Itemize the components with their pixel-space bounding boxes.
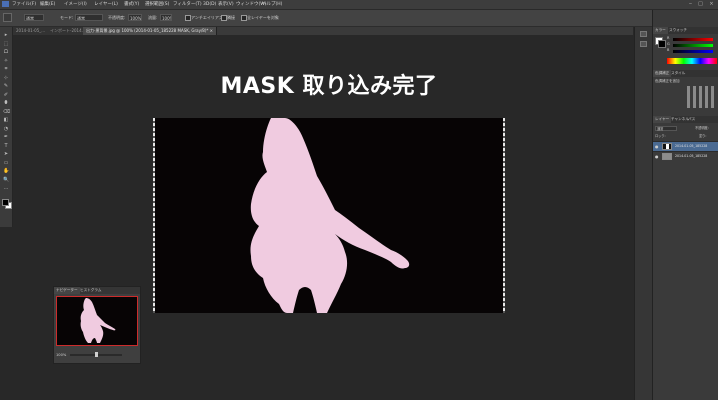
tool-4-icon[interactable]: ⌗ (3, 67, 9, 72)
layer-thumbnail (662, 153, 672, 160)
background-swatch[interactable] (658, 40, 666, 48)
tool-15-icon[interactable]: ▭ (3, 160, 9, 166)
mode-select[interactable]: 通常 (24, 14, 44, 21)
tool-6-icon[interactable]: ✎ (3, 84, 9, 89)
menu-filter[interactable]: フィルター(T) (173, 0, 202, 9)
tab-document-active[interactable]: 出力-黒背景.jpg @ 100% (2014-01-05_185228 MAS… (83, 27, 218, 35)
right-panel-dock: カラー スウォッチ R G B 色調補正 スタイル 色調補正を追加 レイヤー チ… (652, 10, 718, 400)
tool-18-icon[interactable]: … (3, 186, 9, 191)
adjustment-icons-grid[interactable] (687, 86, 717, 108)
layer-name: 2014-01-05_185228 (675, 154, 708, 158)
close-window-button[interactable]: × (708, 1, 715, 7)
history-panel-icon[interactable] (640, 31, 647, 37)
page-title: MASK 取り込み完了 (220, 74, 438, 99)
photoshop-logo-icon (2, 1, 9, 7)
tool-8-icon[interactable]: ⬮ (3, 101, 9, 106)
menu-layer[interactable]: レイヤー(L) (94, 0, 118, 9)
opacity-field[interactable]: 100% (128, 14, 142, 21)
tab-navigator[interactable]: ナビゲーター (54, 287, 80, 294)
tool-1-icon[interactable]: ⬚ (3, 41, 9, 47)
mode-label: モード: (60, 15, 74, 20)
tool-11-icon[interactable]: ◔ (3, 126, 9, 132)
tool-7-icon[interactable]: ✐ (3, 92, 9, 98)
tool-13-icon[interactable]: T (3, 143, 9, 149)
tab-color[interactable]: カラー (653, 27, 668, 34)
adjustments-subtitle: 色調補正を追加 (655, 79, 680, 83)
tool-9-icon[interactable]: ⌫ (3, 109, 10, 115)
silhouette-shape (250, 118, 410, 313)
menu-file[interactable]: ファイル(F) (12, 0, 36, 9)
maximize-button[interactable]: □ (697, 1, 704, 7)
menu-image[interactable]: イメージ(I) (64, 0, 87, 9)
layers-panel-header: レイヤー チャンネル パス (653, 116, 718, 123)
tool-0-icon[interactable]: ▸ (3, 33, 9, 38)
menu-help[interactable]: ヘルプ(H) (262, 0, 282, 9)
menu-3d[interactable]: 3D(D) (203, 0, 216, 9)
navigator-footer: 100% (54, 350, 140, 362)
tool-3-icon[interactable]: ✧ (3, 58, 9, 64)
lock-label: ロック: (655, 134, 666, 138)
properties-panel-icon[interactable] (640, 41, 647, 47)
blend-mode-select[interactable]: 通常 (75, 14, 103, 21)
adjustments-panel-header: 色調補正 スタイル (653, 70, 718, 77)
flow-field[interactable]: 100% (160, 14, 172, 21)
r-label: R (667, 36, 670, 40)
navigator-thumbnail[interactable] (56, 296, 138, 346)
layer-opacity-label: 不透明度: (695, 126, 709, 130)
zoom-slider-handle[interactable] (95, 352, 98, 357)
blue-slider[interactable] (673, 50, 713, 53)
navigator-tabs: ナビゲーター ヒストグラム (54, 287, 140, 294)
menu-view[interactable]: 表示(V) (218, 0, 234, 9)
visibility-eye-icon[interactable]: ● (655, 154, 659, 159)
tool-10-icon[interactable]: ◧ (3, 118, 9, 123)
nav-silhouette-shape (80, 298, 116, 343)
antialias-label: アンチエイリアス (191, 15, 223, 20)
tool-16-icon[interactable]: ✋ (3, 169, 9, 174)
tool-14-icon[interactable]: ➤ (3, 152, 9, 157)
tab-styles[interactable]: スタイル (669, 70, 687, 77)
color-spectrum[interactable] (667, 58, 717, 64)
menu-edit[interactable]: 編集(E) (40, 0, 55, 9)
zoom-value: 100% (56, 353, 67, 357)
layer-row[interactable]: ● 2014-01-05_185228 (653, 141, 718, 151)
red-slider[interactable] (673, 38, 713, 41)
layer-blend-select[interactable]: 通常 (655, 126, 677, 131)
mask-silhouette (250, 118, 410, 313)
options-bar: 通常 モード: 通常 不透明度: 100% 流量: 100% アンチエイリアス … (0, 10, 718, 27)
tab-swatches[interactable]: スウォッチ (667, 27, 689, 34)
foreground-color-swatch[interactable] (2, 199, 9, 206)
layer-thumbnail (662, 143, 672, 150)
navigator-silhouette (80, 298, 116, 343)
document-canvas[interactable] (153, 118, 505, 313)
menu-bar: ファイル(F) 編集(E) イメージ(I) レイヤー(L) 書式(Y) 選択範囲… (0, 0, 718, 10)
tool-5-icon[interactable]: ⊹ (3, 75, 9, 81)
layer-row[interactable]: ● 2014-01-05_185228 (653, 151, 718, 161)
document-tab-bar: 2014-01-05_... インポート-2014... 出力-黒背景.jpg … (13, 27, 633, 35)
b-label: B (667, 48, 670, 52)
tool-12-icon[interactable]: ✒ (3, 135, 9, 140)
panel-icon-strip (634, 27, 652, 400)
tool-17-icon[interactable]: 🔍 (3, 177, 9, 183)
toolbox: ▸ ⬚ ᗝ ✧ ⌗ ⊹ ✎ ✐ ⬮ ⌫ ◧ ◔ ✒ T ➤ ▭ ✋ 🔍 … (0, 27, 13, 227)
flow-label: 流量: (148, 15, 158, 20)
tab-histogram[interactable]: ヒストグラム (78, 287, 103, 294)
fill-label: 塗り: (699, 134, 707, 138)
color-panel-header: カラー スウォッチ (653, 27, 718, 34)
visibility-eye-icon[interactable]: ● (655, 144, 659, 149)
tab-paths[interactable]: パス (686, 116, 697, 123)
menu-select[interactable]: 選択範囲(S) (145, 0, 169, 9)
menu-type[interactable]: 書式(Y) (124, 0, 139, 9)
minimize-button[interactable]: ‒ (687, 1, 694, 7)
layer-name: 2014-01-05_185228 (675, 144, 708, 148)
tool-preset-icon[interactable] (3, 13, 12, 22)
tab-document-1[interactable]: 2014-01-05_... (13, 27, 50, 35)
green-slider[interactable] (673, 44, 713, 47)
g-label: G (667, 42, 670, 46)
sample-all-label: 全レイヤーを対象 (247, 15, 279, 20)
navigator-panel: ナビゲーター ヒストグラム 100% (53, 286, 141, 364)
tool-2-icon[interactable]: ᗝ (3, 50, 9, 55)
contiguous-label: 隣接 (227, 15, 235, 20)
opacity-label: 不透明度: (108, 15, 126, 20)
